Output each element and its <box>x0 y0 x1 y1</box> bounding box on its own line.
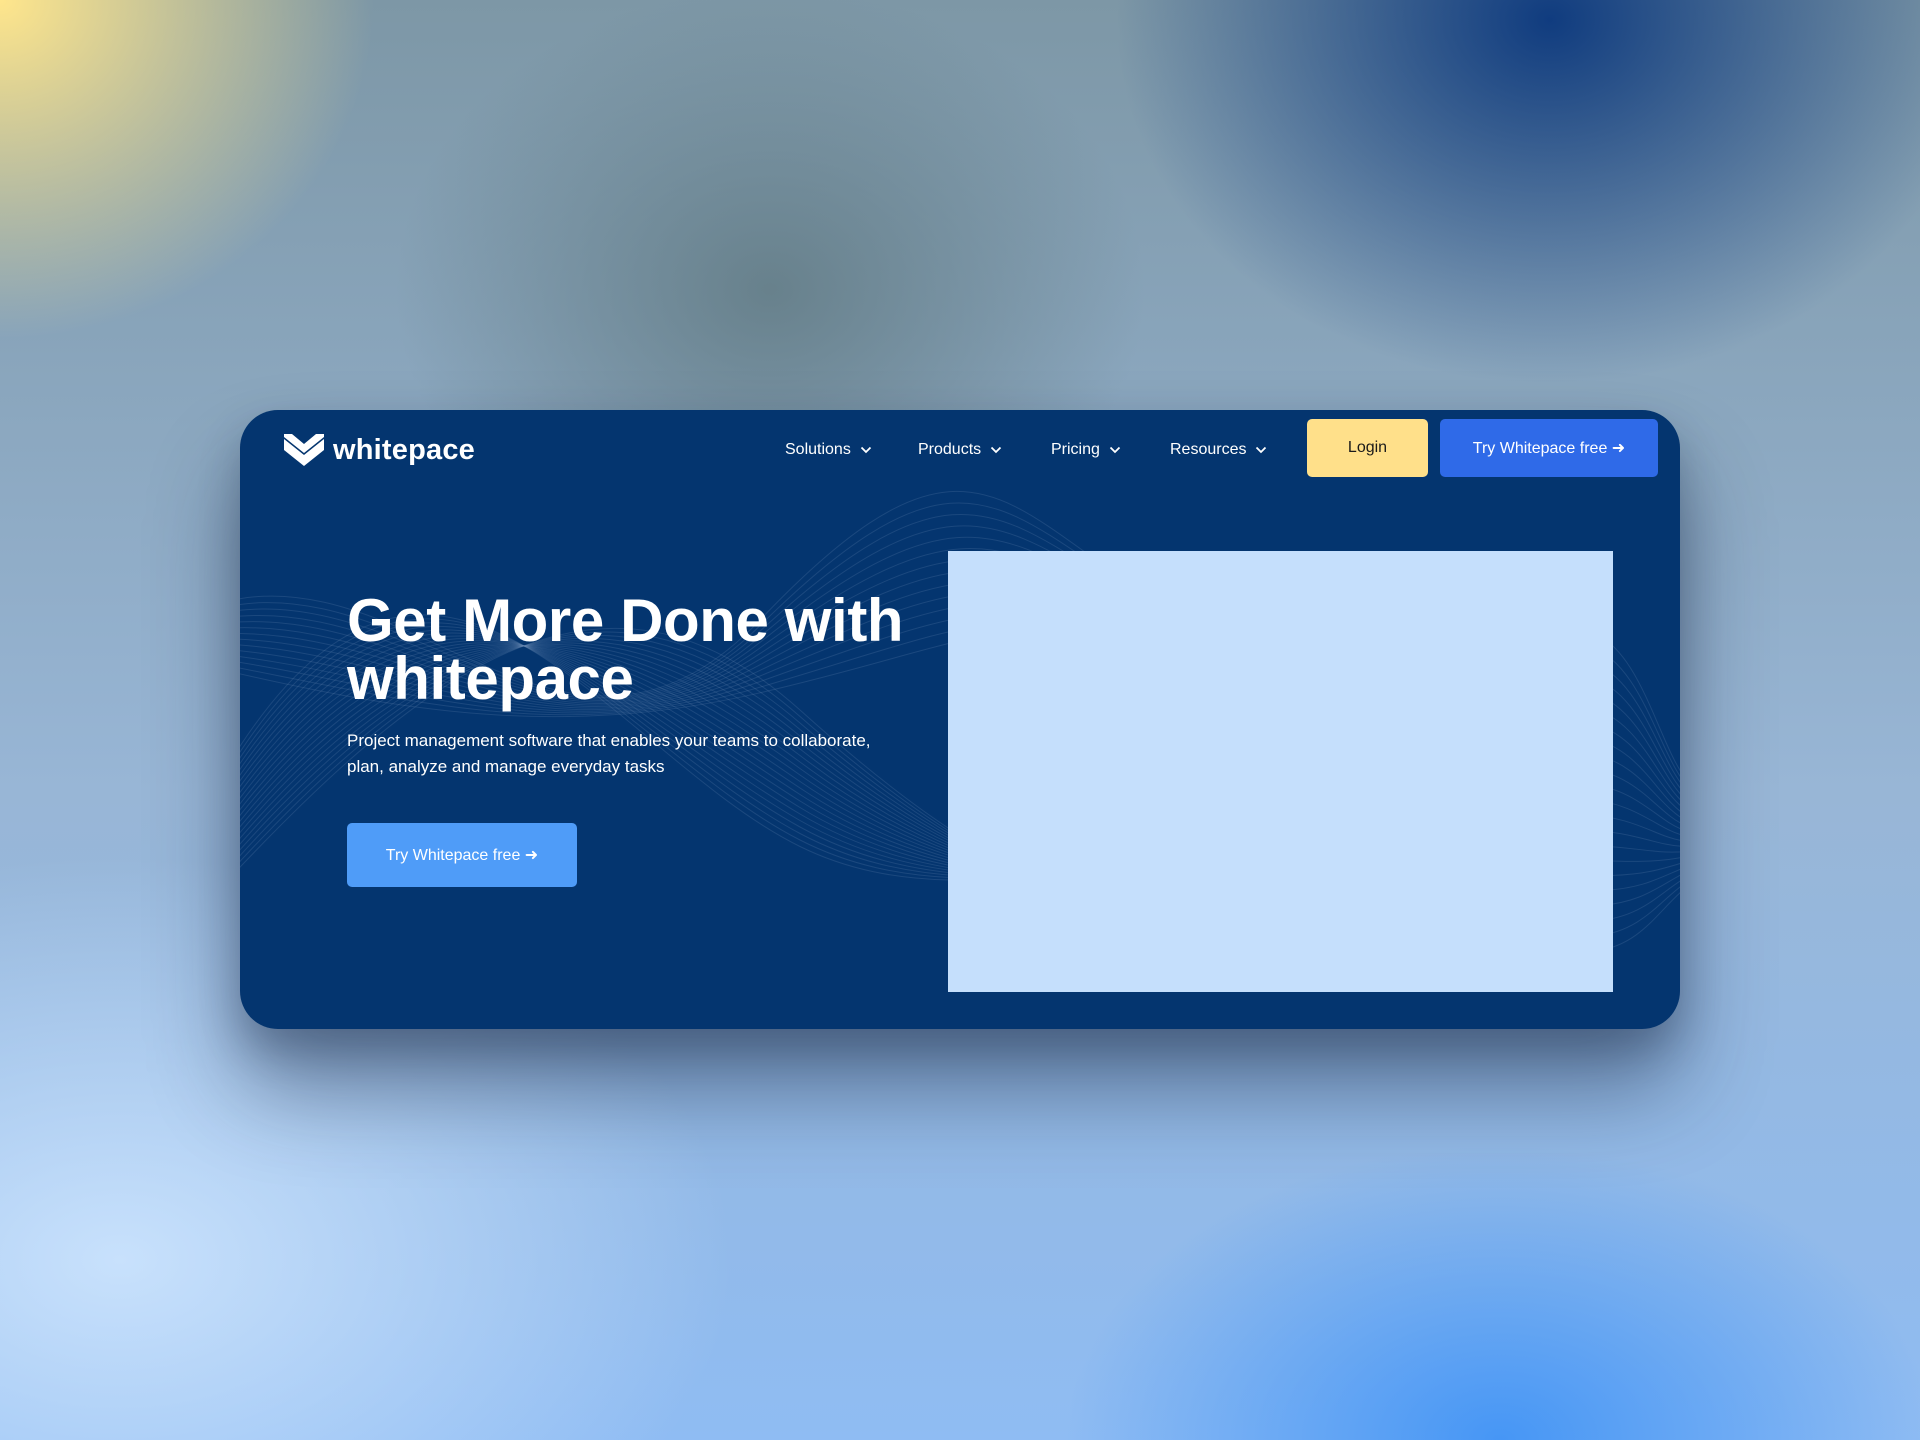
nav-item-products[interactable]: Products <box>918 432 1002 468</box>
nav-item-pricing[interactable]: Pricing <box>1051 432 1121 468</box>
whitepace-logo-icon <box>284 434 324 466</box>
nav-item-label: Products <box>918 441 982 458</box>
hero-subtitle: Project management software that enables… <box>347 731 871 776</box>
landing-page-card: whitepace Solutions Products Pricing Res… <box>240 410 1680 1029</box>
chevron-down-icon <box>860 446 871 454</box>
try-whitepace-free-hero-button[interactable]: Try Whitepace free ➜ <box>347 823 577 887</box>
hero-title: Get More Done with whitepace <box>347 587 904 712</box>
try-whitepace-free-nav-button[interactable]: Try Whitepace free ➜ <box>1440 419 1658 477</box>
nav-item-solutions[interactable]: Solutions <box>785 432 872 468</box>
brand-name: whitepace <box>333 434 476 466</box>
chevron-down-icon <box>1256 446 1267 454</box>
brand-logo[interactable]: whitepace <box>284 432 475 468</box>
nav-item-resources[interactable]: Resources <box>1170 432 1267 468</box>
nav-item-label: Solutions <box>785 441 851 458</box>
chevron-down-icon <box>991 446 1002 454</box>
chevron-down-icon <box>1109 446 1121 454</box>
nav-item-label: Resources <box>1170 441 1247 458</box>
hero-image-placeholder <box>948 551 1613 992</box>
login-button[interactable]: Login <box>1307 419 1428 477</box>
nav-item-label: Pricing <box>1051 441 1100 458</box>
